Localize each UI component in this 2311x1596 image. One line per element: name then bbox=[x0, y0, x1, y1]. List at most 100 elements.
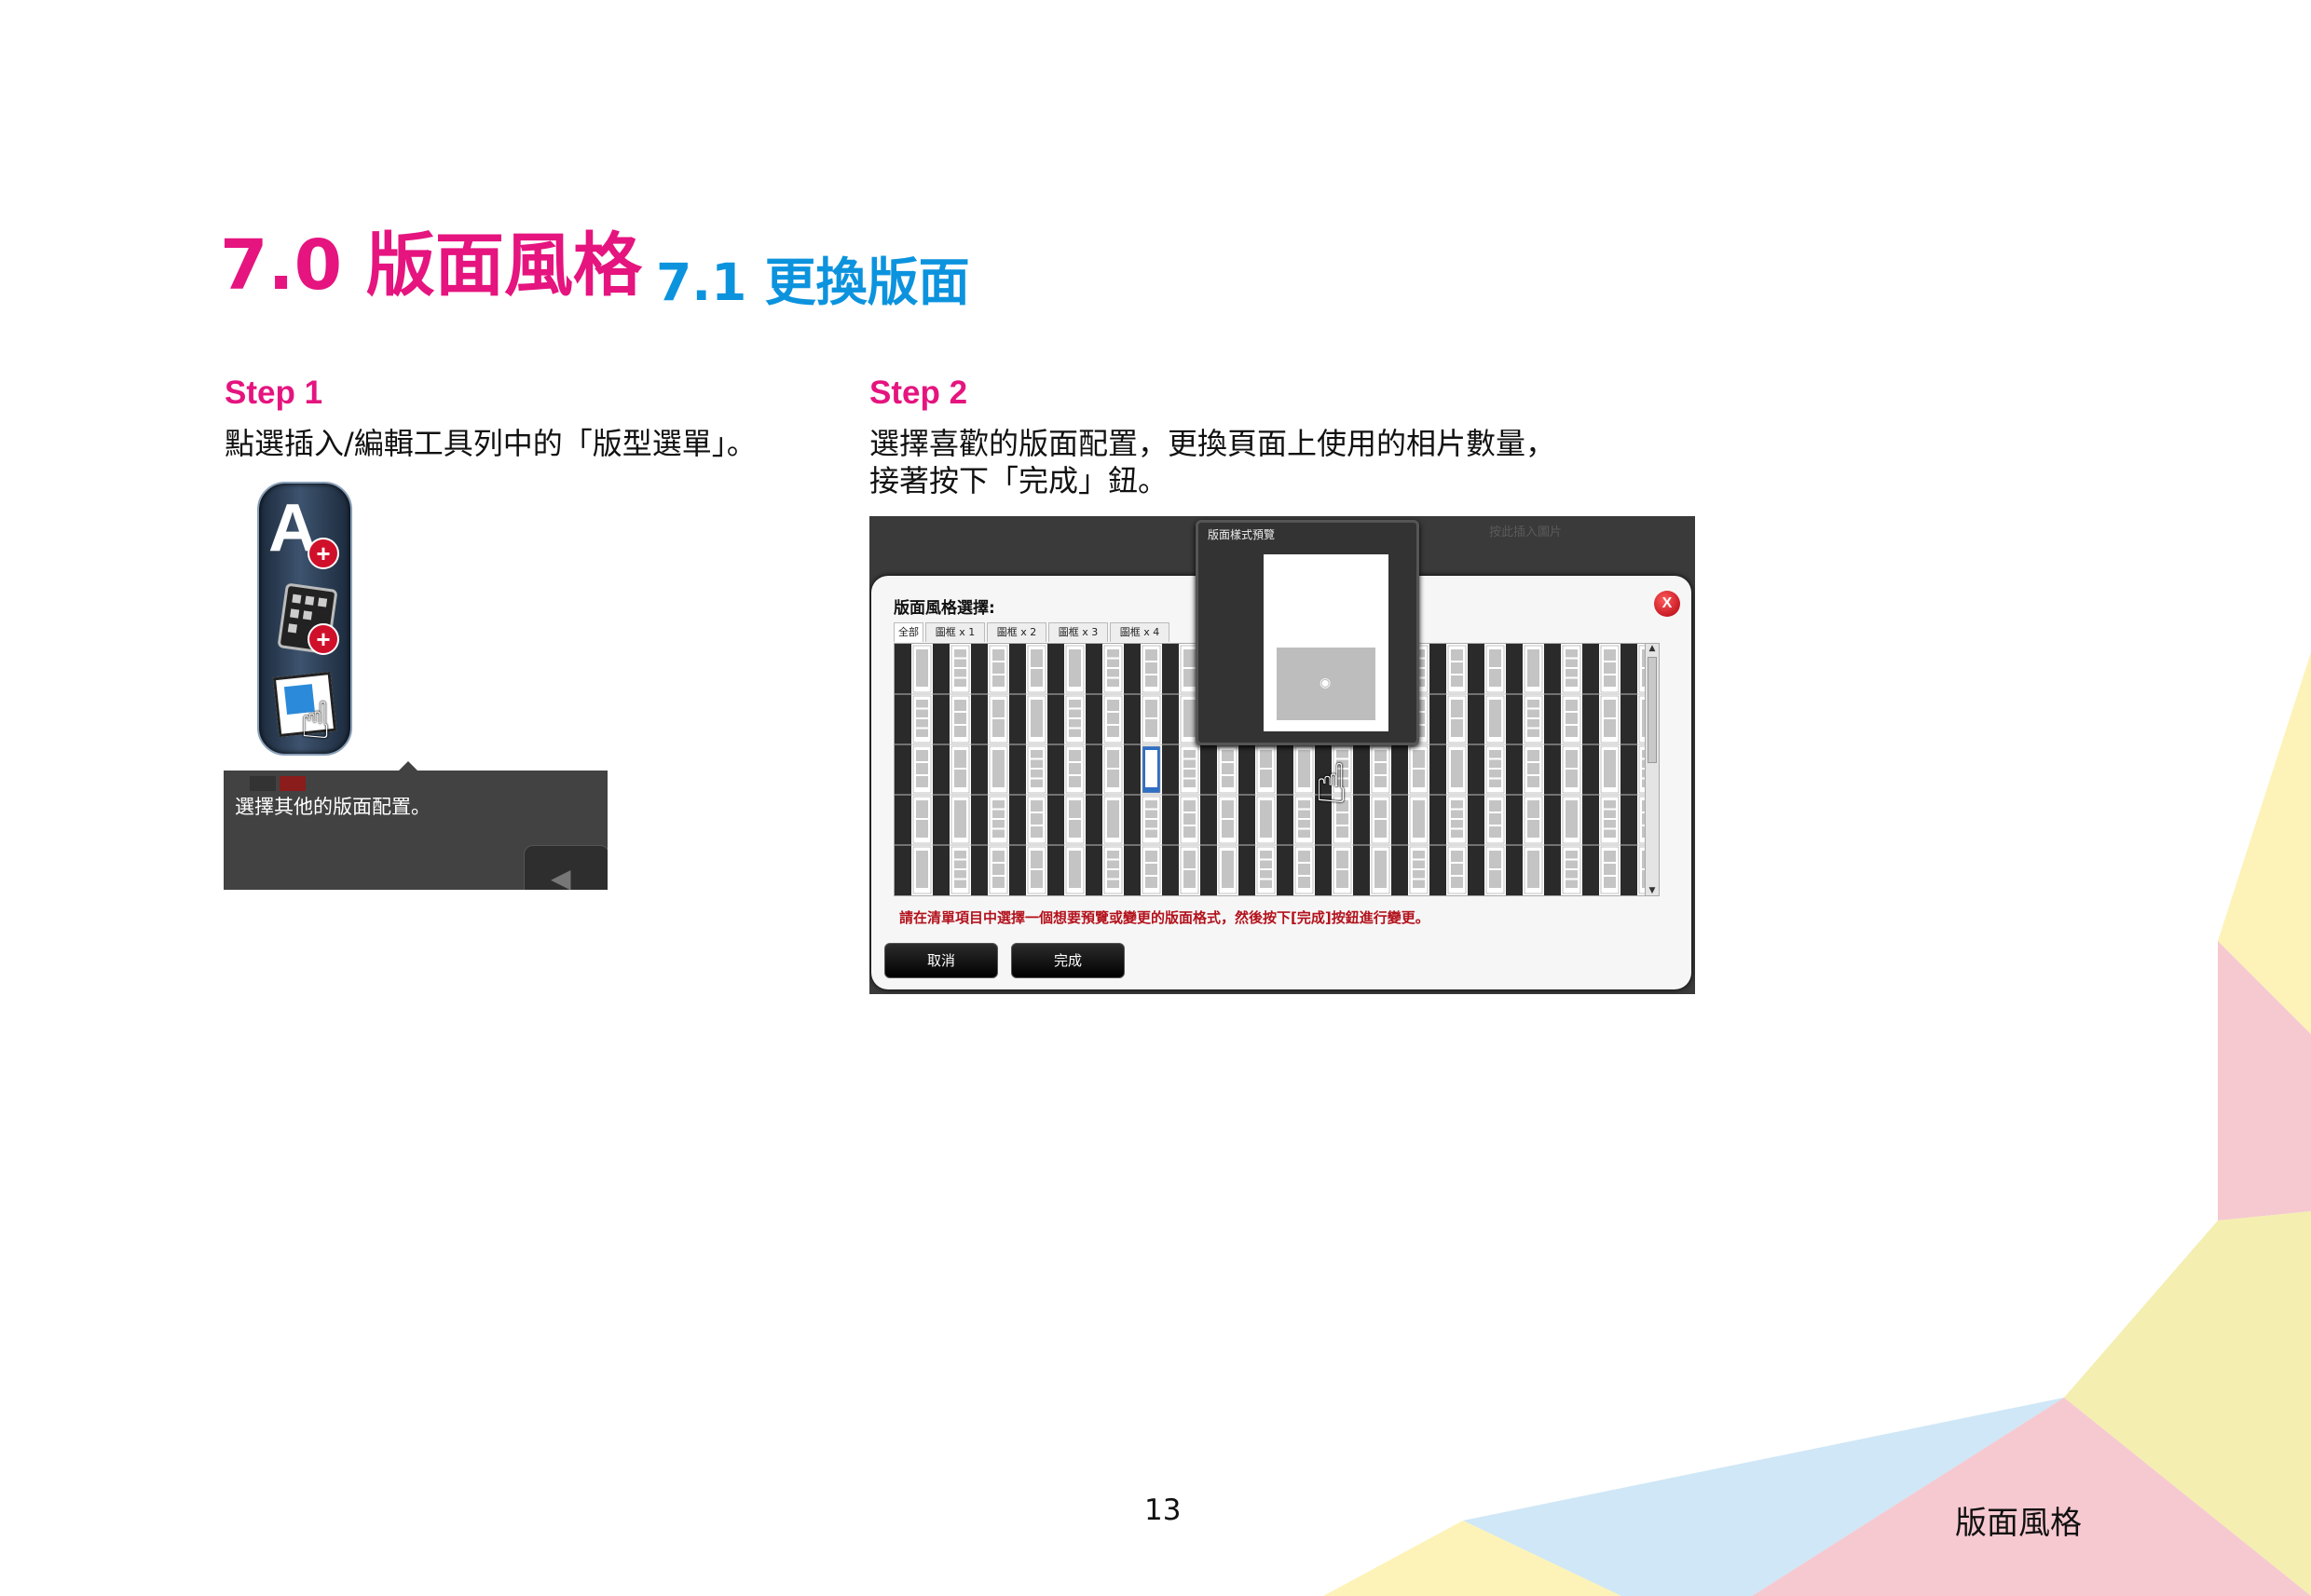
photo-slot bbox=[1566, 851, 1578, 859]
photo-slot bbox=[1031, 759, 1043, 768]
photo-slot bbox=[1107, 726, 1119, 737]
tab-all[interactable]: 全部 bbox=[894, 622, 923, 642]
photo-slot bbox=[954, 880, 966, 888]
photo-slot bbox=[1260, 880, 1272, 888]
photo-slot bbox=[1374, 851, 1387, 888]
photo-slot bbox=[1489, 669, 1501, 687]
scroll-up-icon[interactable]: ▲ bbox=[1648, 644, 1657, 653]
photo-slot bbox=[1489, 750, 1501, 758]
tab-frame-x1[interactable]: 圖框 x 1 bbox=[925, 622, 985, 642]
photo-slot bbox=[916, 776, 928, 787]
photo-slot bbox=[1183, 649, 1196, 667]
thumbnail-column-divider bbox=[1620, 644, 1637, 895]
photo-slot bbox=[916, 820, 928, 838]
close-button[interactable]: X bbox=[1654, 591, 1680, 617]
photo-slot bbox=[1222, 750, 1234, 761]
photo-slot bbox=[1527, 820, 1539, 838]
photo-slot bbox=[1183, 800, 1196, 812]
photo-slot bbox=[1145, 829, 1157, 838]
photo-slot bbox=[1107, 678, 1119, 687]
photo-slot bbox=[992, 649, 1005, 661]
thumbnail-column-divider bbox=[933, 644, 950, 895]
step1-screenshot: A + + ☝ 選擇其他的版面配置。 ◀ bbox=[224, 480, 608, 890]
photo-slot bbox=[1451, 877, 1463, 888]
photo-slot bbox=[1451, 800, 1463, 809]
tab-frame-x4[interactable]: 圖框 x 4 bbox=[1110, 622, 1169, 642]
photo-slot bbox=[1451, 719, 1463, 737]
photo-slot bbox=[1183, 750, 1196, 758]
photo-slot bbox=[1183, 826, 1196, 838]
scroll-down-icon[interactable]: ▼ bbox=[1648, 886, 1657, 895]
page-number: 13 bbox=[1144, 1494, 1182, 1527]
photo-slot bbox=[1489, 759, 1501, 768]
photo-slot bbox=[992, 750, 1005, 787]
photo-slot bbox=[954, 770, 966, 787]
done-button[interactable]: 完成 bbox=[1011, 943, 1125, 978]
instruction-text: 請在清單項目中選擇一個想要預覽或變更的版面格式，然後按下[完成]按鈕進行變更。 bbox=[899, 909, 1429, 926]
photo-slot bbox=[1183, 851, 1196, 868]
photo-slot bbox=[1604, 851, 1616, 862]
photo-slot bbox=[1145, 662, 1157, 674]
photo-slot bbox=[1566, 669, 1578, 677]
thumbnail-column-divider bbox=[971, 644, 988, 895]
photo-slot bbox=[1604, 675, 1616, 687]
photo-slot bbox=[1527, 709, 1539, 717]
photo-slot bbox=[1451, 662, 1463, 674]
photo-slot bbox=[1222, 776, 1234, 787]
grid-scrollbar[interactable]: ▲ ▼ bbox=[1645, 643, 1660, 896]
cancel-button[interactable]: 取消 bbox=[884, 943, 998, 978]
thumbnail-column-divider bbox=[1506, 644, 1523, 895]
photo-slot bbox=[1451, 864, 1463, 875]
photo-slot bbox=[1069, 820, 1081, 838]
photo-slot bbox=[1107, 880, 1119, 888]
scroll-thumb[interactable] bbox=[1648, 657, 1657, 763]
preview-page: ◉ bbox=[1264, 554, 1388, 731]
tab-frame-x2[interactable]: 圖框 x 2 bbox=[987, 622, 1046, 642]
photo-slot bbox=[1183, 770, 1196, 778]
photo-slot bbox=[1069, 750, 1081, 761]
photo-slot bbox=[1604, 820, 1616, 828]
tab-frame-x3[interactable]: 圖框 x 3 bbox=[1048, 622, 1108, 642]
back-button[interactable]: ◀ bbox=[524, 845, 608, 890]
photo-slot bbox=[1298, 877, 1310, 888]
thumbnail-column-divider bbox=[1162, 644, 1179, 895]
photo-slot bbox=[1566, 649, 1578, 658]
step2-text-line2: 接著按下「完成」鈕。 bbox=[869, 463, 1169, 498]
photo-slot bbox=[1069, 729, 1081, 737]
insert-photo-hint: 按此插入圖片 bbox=[1489, 525, 1563, 539]
photo-slot bbox=[1222, 851, 1234, 888]
photo-slot bbox=[1604, 877, 1616, 888]
photo-slot bbox=[1451, 820, 1463, 828]
photo-slot bbox=[954, 750, 966, 768]
photo-slot bbox=[1107, 649, 1119, 658]
photo-slot bbox=[1222, 820, 1234, 838]
photo-slot bbox=[1527, 851, 1539, 888]
photo-slot bbox=[1374, 750, 1387, 761]
photo-slot bbox=[1107, 800, 1119, 838]
photo-slot bbox=[1413, 770, 1425, 787]
photo-slot bbox=[1566, 800, 1578, 838]
photo-slot bbox=[1069, 776, 1081, 787]
photo-slot bbox=[1069, 719, 1081, 728]
photo-slot bbox=[1298, 864, 1310, 875]
photo-slot bbox=[954, 678, 966, 687]
plus-badge-icon: + bbox=[308, 623, 339, 655]
photo-slot bbox=[916, 719, 928, 728]
photo-slot bbox=[1489, 851, 1501, 868]
photo-slot bbox=[1298, 800, 1310, 809]
photo-slot bbox=[1069, 763, 1081, 774]
photo-slot bbox=[1183, 779, 1196, 787]
photo-slot bbox=[1413, 851, 1425, 859]
photo-slot bbox=[992, 675, 1005, 687]
photo-slot bbox=[1107, 713, 1119, 724]
photo-slot bbox=[916, 750, 928, 761]
photo-slot bbox=[1260, 770, 1272, 787]
photo-slot bbox=[1527, 719, 1539, 728]
photo-slot bbox=[1413, 750, 1425, 768]
photo-slot bbox=[1298, 851, 1310, 862]
photo-slot bbox=[1604, 649, 1616, 661]
photo-slot bbox=[1527, 729, 1539, 737]
photo-slot bbox=[1222, 800, 1234, 818]
photo-slot bbox=[1451, 675, 1463, 687]
photo-slot bbox=[1527, 763, 1539, 774]
